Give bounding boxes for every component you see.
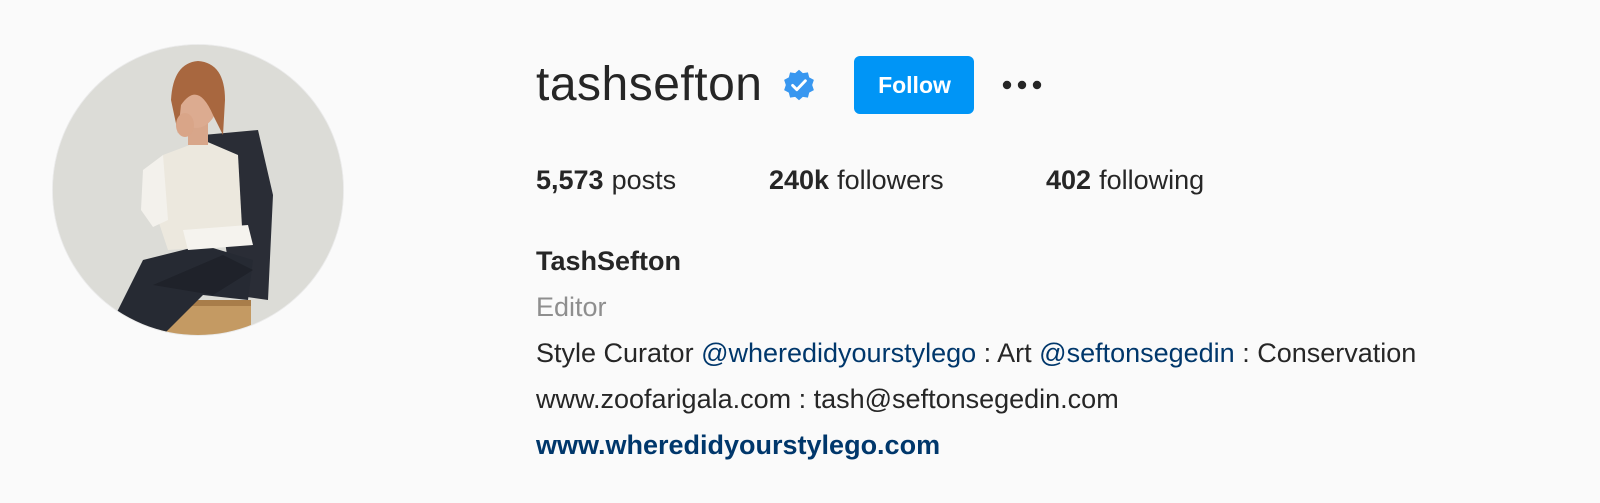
- posts-count: 5,573: [536, 165, 604, 195]
- full-name: TashSefton: [536, 246, 682, 276]
- following-stat[interactable]: 402 following: [1046, 162, 1204, 198]
- following-count: 402: [1046, 165, 1092, 195]
- bio-text: : Art: [976, 338, 1040, 368]
- more-options-icon[interactable]: [1000, 63, 1044, 107]
- username: tashsefton: [536, 58, 763, 111]
- followers-stat[interactable]: 240k followers: [769, 162, 1046, 198]
- following-label: following: [1099, 165, 1205, 195]
- bio-line-2: www.zoofarigala.com : tash@seftonsegedin…: [536, 384, 1119, 414]
- bio-text: Style Curator: [536, 338, 702, 368]
- mention-link[interactable]: @seftonsegedin: [1039, 338, 1235, 368]
- profile-bio: TashSefton Editor Style Curator @wheredi…: [536, 238, 1416, 468]
- followers-label: followers: [837, 165, 944, 195]
- bio-text: : Conservation: [1234, 338, 1417, 368]
- profile-avatar[interactable]: [53, 45, 343, 335]
- profile-stats: 5,573 posts 240k followers 402 following: [536, 162, 1204, 198]
- follow-button[interactable]: Follow: [854, 56, 975, 114]
- profile-category: Editor: [536, 292, 607, 322]
- profile-photo: [53, 45, 343, 335]
- verified-badge-icon: [782, 68, 816, 102]
- posts-label: posts: [611, 165, 677, 195]
- bio-line-1: Style Curator @wheredidyourstylego : Art…: [536, 330, 1416, 376]
- profile-header: tashsefton Follow: [536, 52, 1044, 118]
- posts-stat: 5,573 posts: [536, 162, 769, 198]
- mention-link[interactable]: @wheredidyourstylego: [701, 338, 976, 368]
- followers-count: 240k: [769, 165, 830, 195]
- website-link[interactable]: www.wheredidyourstylego.com: [536, 422, 1416, 468]
